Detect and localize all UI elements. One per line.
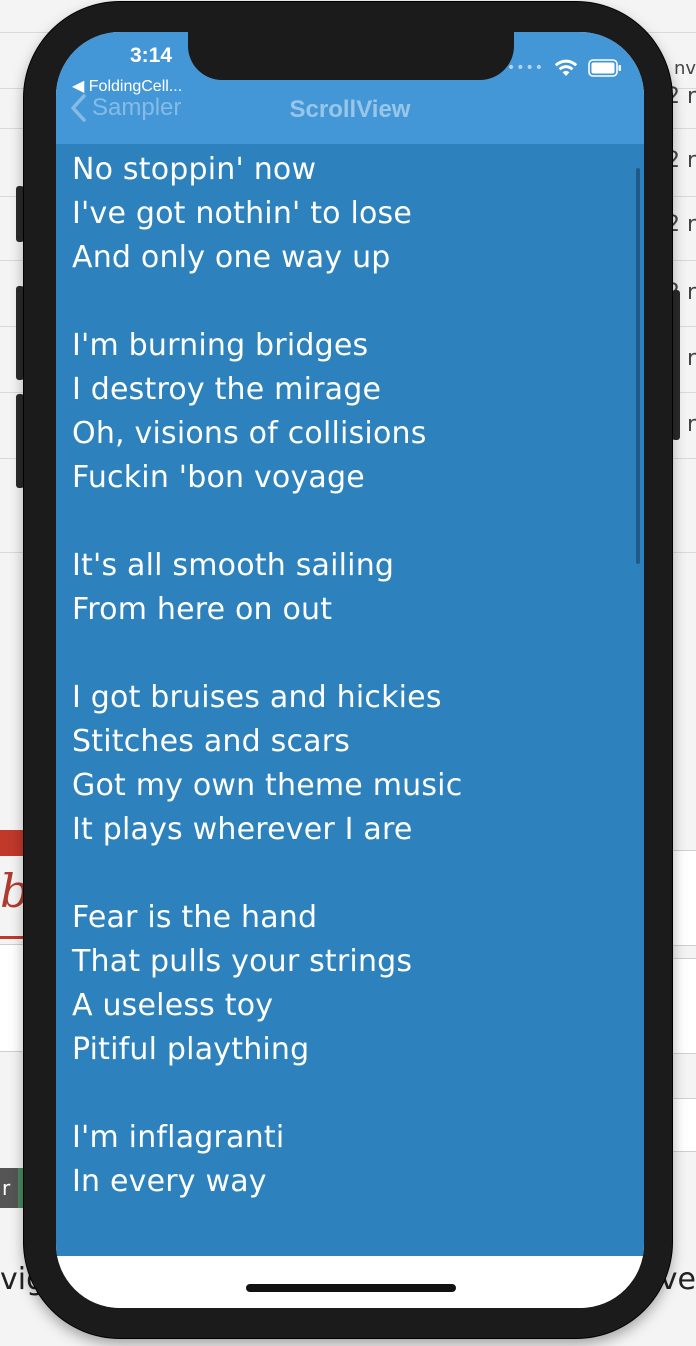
phone-volume-down-button bbox=[16, 394, 24, 488]
lyric-line: I'm burning bridges bbox=[72, 328, 369, 363]
back-to-app-label: FoldingCell... bbox=[88, 78, 183, 95]
background-box bbox=[670, 850, 696, 946]
status-time: 3:14 bbox=[129, 44, 173, 67]
status-indicators: •••• bbox=[507, 58, 622, 78]
lyric-line: Stitches and scars bbox=[72, 724, 351, 759]
notch bbox=[188, 32, 514, 80]
lyric-line: I destroy the mirage bbox=[72, 372, 382, 407]
lyric-line: Pitiful plaything bbox=[72, 1032, 310, 1067]
battery-icon bbox=[588, 59, 622, 77]
vertical-scrollbar[interactable] bbox=[636, 168, 640, 564]
back-to-app-link[interactable]: ◀ FoldingCell... bbox=[72, 76, 182, 96]
lyric-line: Fear is the hand bbox=[72, 900, 318, 935]
lyric-line: That pulls your strings bbox=[72, 944, 413, 979]
lyric-line: It plays wherever I are bbox=[72, 812, 413, 847]
lyric-line: It's all smooth sailing bbox=[72, 548, 395, 583]
lyric-line: Fuckin 'bon voyage bbox=[72, 460, 365, 495]
lyrics-text: No stoppin' now I've got nothin' to lose A… bbox=[72, 148, 624, 1204]
phone-frame: 3:14 ◀ FoldingCell... •••• Sampler Scrol… bbox=[24, 2, 672, 1338]
phone-mute-switch bbox=[16, 186, 24, 242]
phone-power-button bbox=[672, 290, 680, 440]
lyric-line: And only one way up bbox=[72, 240, 391, 275]
phone-volume-up-button bbox=[16, 286, 24, 380]
lyric-line: I got bruises and hickies bbox=[72, 680, 442, 715]
background-box bbox=[670, 958, 696, 1054]
background-box bbox=[670, 1098, 696, 1152]
home-area bbox=[56, 1256, 644, 1308]
phone-screen: 3:14 ◀ FoldingCell... •••• Sampler Scrol… bbox=[56, 32, 644, 1308]
wifi-icon bbox=[554, 59, 578, 77]
back-triangle-icon: ◀ bbox=[72, 78, 85, 95]
lyric-line: A useless toy bbox=[72, 988, 274, 1023]
page-title: ScrollView bbox=[289, 96, 411, 123]
lyric-line: Oh, visions of collisions bbox=[72, 416, 427, 451]
lyric-line: I've got nothin' to lose bbox=[72, 196, 413, 231]
home-indicator[interactable] bbox=[246, 1284, 456, 1292]
lyric-line: Got my own theme music bbox=[72, 768, 463, 803]
lyric-line: In every way bbox=[72, 1164, 267, 1199]
cellular-signal-icon: •••• bbox=[506, 60, 544, 76]
background-text: nv bbox=[673, 58, 696, 79]
scroll-view[interactable]: No stoppin' now I've got nothin' to lose A… bbox=[56, 144, 644, 1256]
lyric-line: No stoppin' now bbox=[72, 152, 317, 187]
navigation-bar: 3:14 ◀ FoldingCell... •••• Sampler Scrol… bbox=[56, 32, 644, 144]
lyric-line: I'm inflagranti bbox=[72, 1120, 285, 1155]
lyric-line: From here on out bbox=[72, 592, 333, 627]
